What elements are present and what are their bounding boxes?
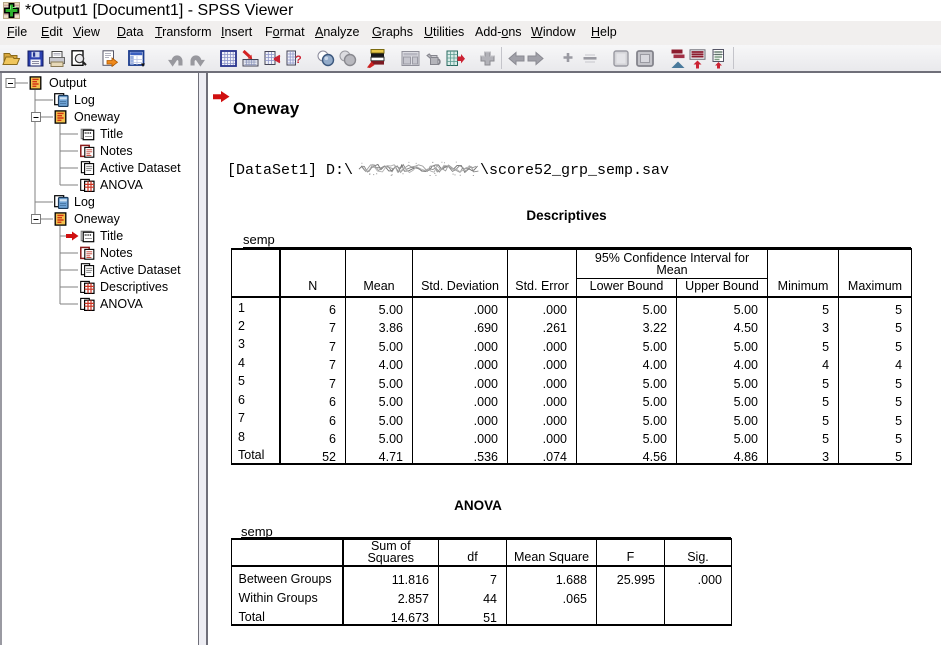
svg-text:?: ?	[295, 54, 301, 66]
